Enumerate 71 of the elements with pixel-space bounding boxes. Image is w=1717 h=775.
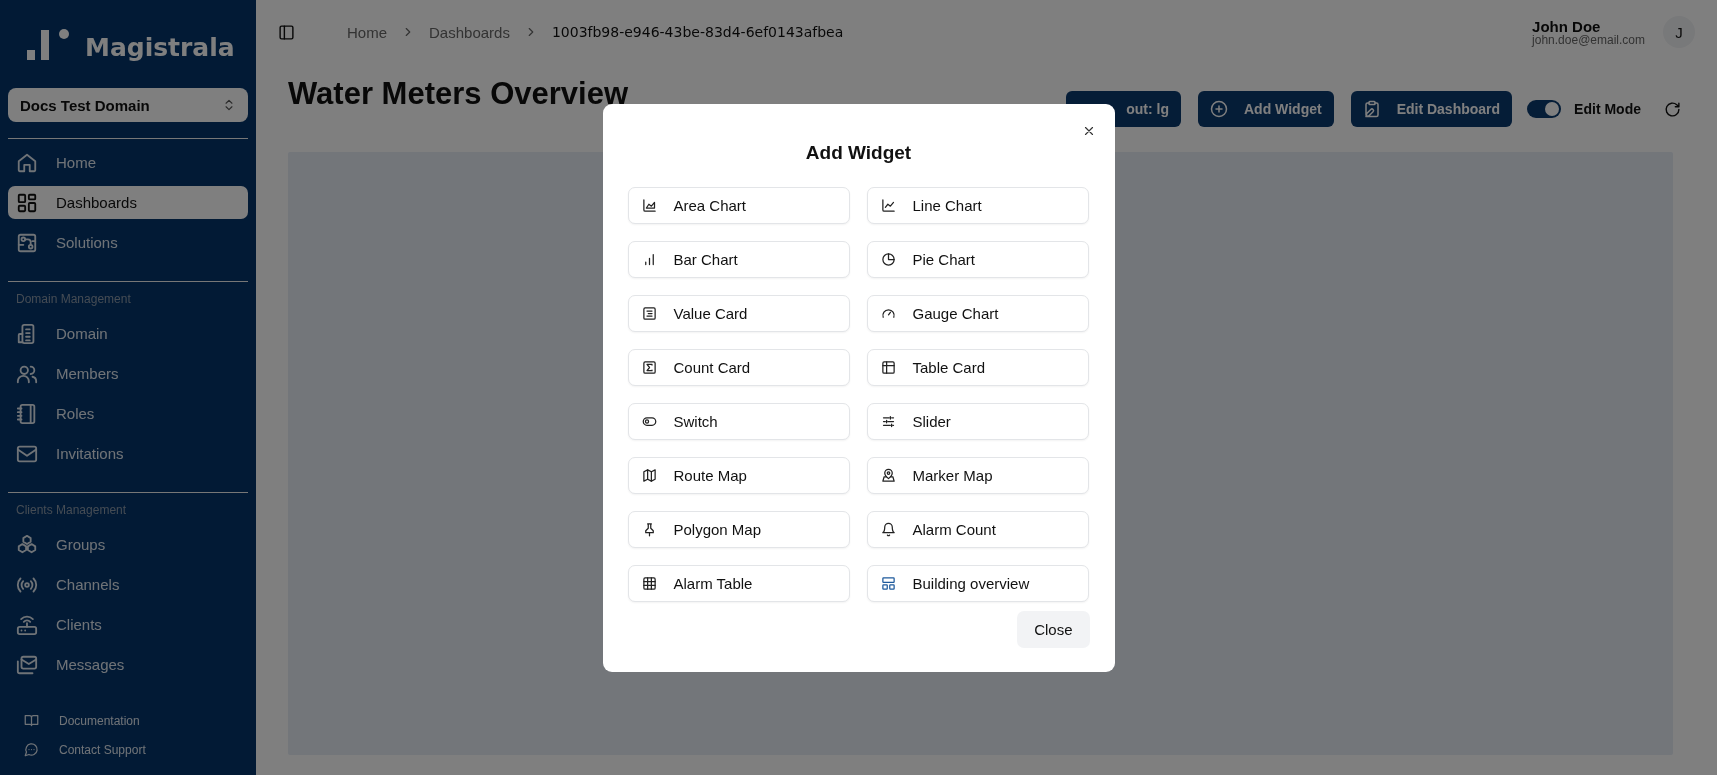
user-email: john.doe@email.com (1532, 33, 1645, 46)
widget-option[interactable]: Slider (866, 402, 1089, 440)
sidebar-item[interactable]: Messages (8, 648, 248, 681)
widget-option[interactable]: Count Card (627, 348, 850, 386)
router-icon (16, 613, 38, 636)
user-name: John Doe (1532, 18, 1602, 34)
widget-option[interactable]: Gauge Chart (866, 294, 1089, 332)
widget-option[interactable]: Line Chart (866, 186, 1089, 224)
card-lines-icon (641, 305, 657, 321)
refresh-icon (1664, 100, 1681, 118)
sidebar-item[interactable]: Roles (8, 397, 248, 430)
chat-bubble-icon (24, 742, 39, 757)
section-heading: Clients Management (15, 502, 128, 519)
bell-icon (880, 521, 896, 537)
avatar[interactable]: J (1663, 16, 1695, 48)
page-title: Water Meters Overview (288, 75, 628, 112)
sidebar-item[interactable]: Clients (8, 608, 248, 641)
circuit-board-icon (16, 231, 38, 254)
sidebar-toggle-icon (278, 23, 295, 41)
area-chart-icon (641, 197, 657, 213)
widget-option[interactable]: Value Card (627, 294, 850, 332)
sidebar-item[interactable]: Dashboards (8, 186, 248, 219)
widget-option[interactable]: Marker Map (866, 456, 1089, 494)
sidebar-item[interactable]: Channels (8, 568, 248, 601)
toolbar-button[interactable]: Add Widget (1198, 91, 1334, 127)
grid-table-icon (641, 575, 657, 591)
notebook-icon (16, 402, 38, 425)
table-icon (880, 359, 896, 375)
section-heading: Domain Management (15, 291, 132, 308)
toggle-label: Edit Mode (1574, 101, 1641, 117)
widget-option[interactable]: Polygon Map (627, 510, 850, 548)
sidebar-item[interactable]: Solutions (8, 226, 248, 259)
widget-option[interactable]: Table Card (866, 348, 1089, 386)
brand-name: Magistrala (85, 35, 235, 62)
sigma-card-icon (641, 359, 657, 375)
sidebar-item[interactable]: Groups (8, 528, 248, 561)
breadcrumb-current: 1003fb98-e946-43be-83d4-6ef0143afbea (551, 24, 844, 40)
map-icon (641, 467, 657, 483)
book-icon (24, 713, 39, 728)
widget-option[interactable]: Alarm Table (627, 564, 850, 602)
mail-stack-icon (16, 653, 38, 676)
widget-option[interactable]: Alarm Count (866, 510, 1089, 548)
footer-link[interactable]: Documentation (8, 713, 248, 728)
map-pin-icon (880, 467, 896, 483)
line-chart-icon (880, 197, 896, 213)
dialog-title: Add Widget (804, 141, 913, 164)
widget-option[interactable]: Switch (627, 402, 850, 440)
widget-option[interactable]: Area Chart (627, 186, 850, 224)
house-icon (16, 151, 38, 174)
breadcrumb-link[interactable]: Home (347, 23, 387, 41)
footer-link[interactable]: Contact Support (8, 742, 248, 757)
close-button[interactable]: Close (1017, 610, 1090, 648)
toggle-switch[interactable] (1527, 100, 1562, 118)
breadcrumb-link[interactable]: Dashboards (429, 23, 510, 41)
widget-option[interactable]: Building overview (866, 564, 1089, 602)
layout-icon (880, 575, 896, 591)
squares-icon (16, 191, 38, 214)
toolbar-button[interactable]: Edit Dashboard (1350, 91, 1513, 127)
sidebar-item[interactable]: Members (8, 357, 248, 390)
pie-chart-icon (880, 251, 896, 267)
widget-option[interactable]: Bar Chart (627, 240, 850, 278)
sidebar-item[interactable]: Home (8, 146, 248, 179)
widget-option[interactable]: Pie Chart (866, 240, 1089, 278)
clipboard-pencil-icon (1362, 100, 1381, 118)
domain-select[interactable]: Docs Test Domain (8, 88, 248, 122)
sidebar-item[interactable]: Domain (8, 317, 248, 350)
sidebar-item[interactable]: Invitations (8, 437, 248, 470)
widget-option[interactable]: Route Map (627, 456, 850, 494)
plus-circle-icon (1210, 100, 1228, 118)
boxes-icon (16, 533, 38, 556)
sliders-icon (880, 413, 896, 429)
